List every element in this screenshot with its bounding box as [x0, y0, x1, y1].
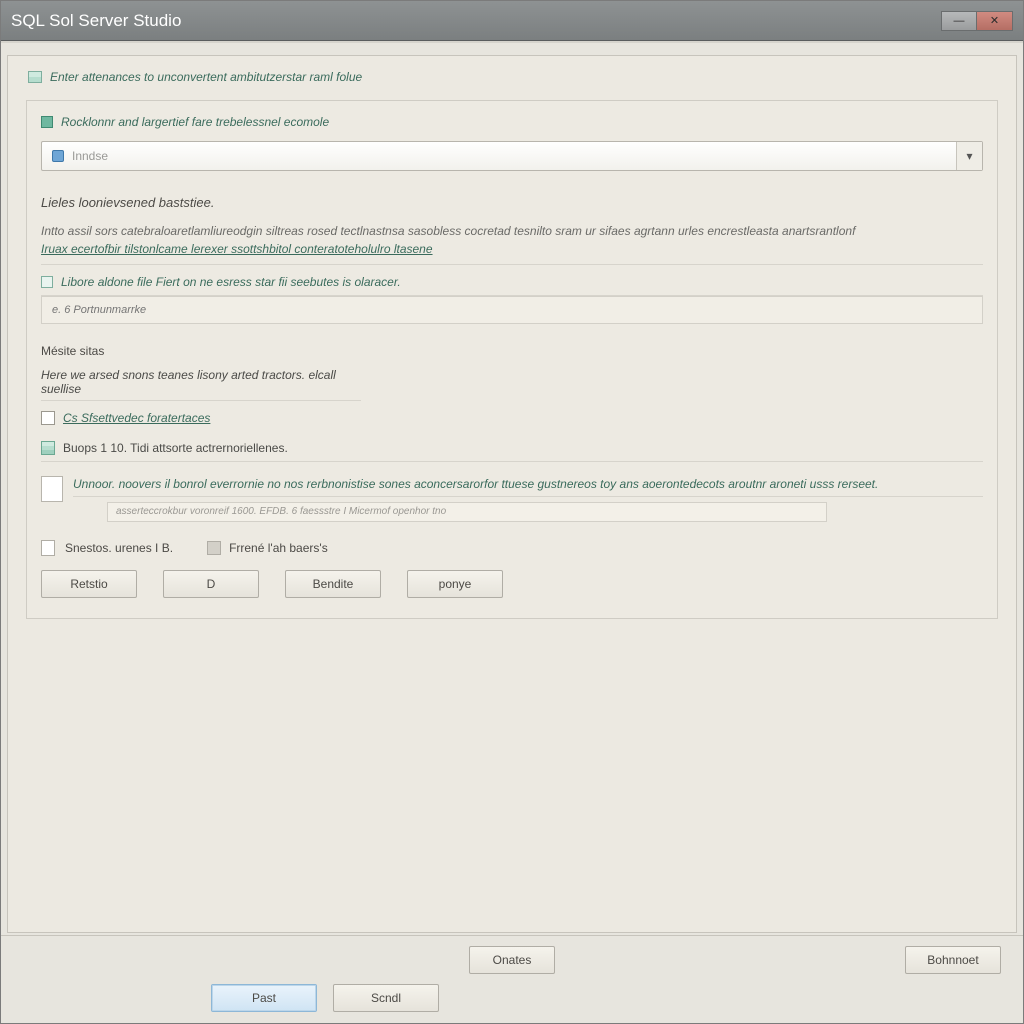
stack-row: Buops 1 10. Tidi attsorte actrernorielle… [41, 441, 983, 455]
d-button[interactable]: D [163, 570, 259, 598]
page-icon [41, 540, 55, 556]
option-text: Libore aldone file Fiert on ne esress st… [61, 275, 401, 289]
page-indicator-row: Snestos. urenes I B. Frrené l'ah baers's [41, 540, 983, 556]
description-paragraph: Intto assil sors catebraloaretlamliureod… [41, 222, 983, 240]
source-label-text: Rocklonnr and largertief fare trebelessn… [61, 115, 329, 129]
info-strip: Unnoor. noovers il bonrol everrornie no … [41, 476, 983, 502]
option-icon [41, 276, 53, 288]
page-ind-b: Frrené l'ah baers's [229, 541, 328, 555]
port-input[interactable] [41, 296, 983, 324]
minimize-button[interactable]: — [941, 11, 977, 31]
combo-display: Inndse [42, 142, 956, 170]
section-title-1: Lieles loonievsened baststiee. [41, 195, 983, 210]
scandl-button[interactable]: Scndl [333, 984, 439, 1012]
option-line-1: Libore aldone file Fiert on ne esress st… [41, 275, 983, 289]
database-icon [52, 150, 64, 162]
gray-box-icon [207, 541, 221, 555]
bohnnot-button[interactable]: Bohnnoet [905, 946, 1001, 974]
page-ind-a: Snestos. urenes I B. [65, 541, 173, 555]
footer-area: Onates Bohnnoet Past Scndl [1, 935, 1023, 1023]
page-header-text: Enter attenances to unconvertent ambitut… [50, 70, 362, 84]
close-button[interactable]: ✕ [977, 11, 1013, 31]
source-icon [41, 116, 53, 128]
media-subhead: Mésite sitas [41, 344, 983, 358]
wizard-page: Enter attenances to unconvertent ambitut… [7, 55, 1017, 933]
stack-icon [41, 441, 55, 455]
description-link[interactable]: Iruax ecertofbir tilstonlcame lerexer ss… [41, 240, 983, 258]
source-combobox[interactable]: Inndse ▾ [41, 141, 983, 171]
divider-1 [41, 264, 983, 265]
checkbox-1[interactable] [41, 411, 55, 425]
header-icon [28, 71, 42, 83]
past-button[interactable]: Past [211, 984, 317, 1012]
ponye-button[interactable]: ponye [407, 570, 503, 598]
window-controls: — ✕ [941, 11, 1013, 31]
stack-row-text: Buops 1 10. Tidi attsorte actrernorielle… [63, 441, 288, 455]
page-header: Enter attenances to unconvertent ambitut… [8, 56, 1016, 100]
main-block: Rocklonnr and largertief fare trebelessn… [26, 100, 998, 619]
info-path-field[interactable]: asserteccrokbur voronreif 1600. EFDB. 6 … [107, 502, 827, 522]
restore-button[interactable]: Retstio [41, 570, 137, 598]
combo-dropdown-button[interactable]: ▾ [956, 142, 982, 170]
beside-button[interactable]: Bendite [285, 570, 381, 598]
checkbox-row-1[interactable]: Cs Sfsettvedec foratertaces [41, 411, 983, 425]
window-title: SQL Sol Server Studio [11, 11, 181, 31]
source-label: Rocklonnr and largertief fare trebelessn… [41, 115, 983, 129]
combo-placeholder: Inndse [72, 149, 108, 163]
onats-button[interactable]: Onates [469, 946, 555, 974]
checkbox-1-label: Cs Sfsettvedec foratertaces [63, 411, 210, 425]
action-button-row: Retstio D Bendite ponye [41, 570, 983, 598]
client-area: Enter attenances to unconvertent ambitut… [1, 41, 1023, 1023]
info-strip-text: Unnoor. noovers il bonrol everrornie no … [73, 476, 983, 497]
titlebar: SQL Sol Server Studio — ✕ [1, 1, 1023, 41]
media-line: Here we arsed snons teanes lisony arted … [41, 368, 361, 401]
app-window: SQL Sol Server Studio — ✕ Enter attenanc… [0, 0, 1024, 1024]
document-icon [41, 476, 63, 502]
divider-3 [41, 461, 983, 462]
